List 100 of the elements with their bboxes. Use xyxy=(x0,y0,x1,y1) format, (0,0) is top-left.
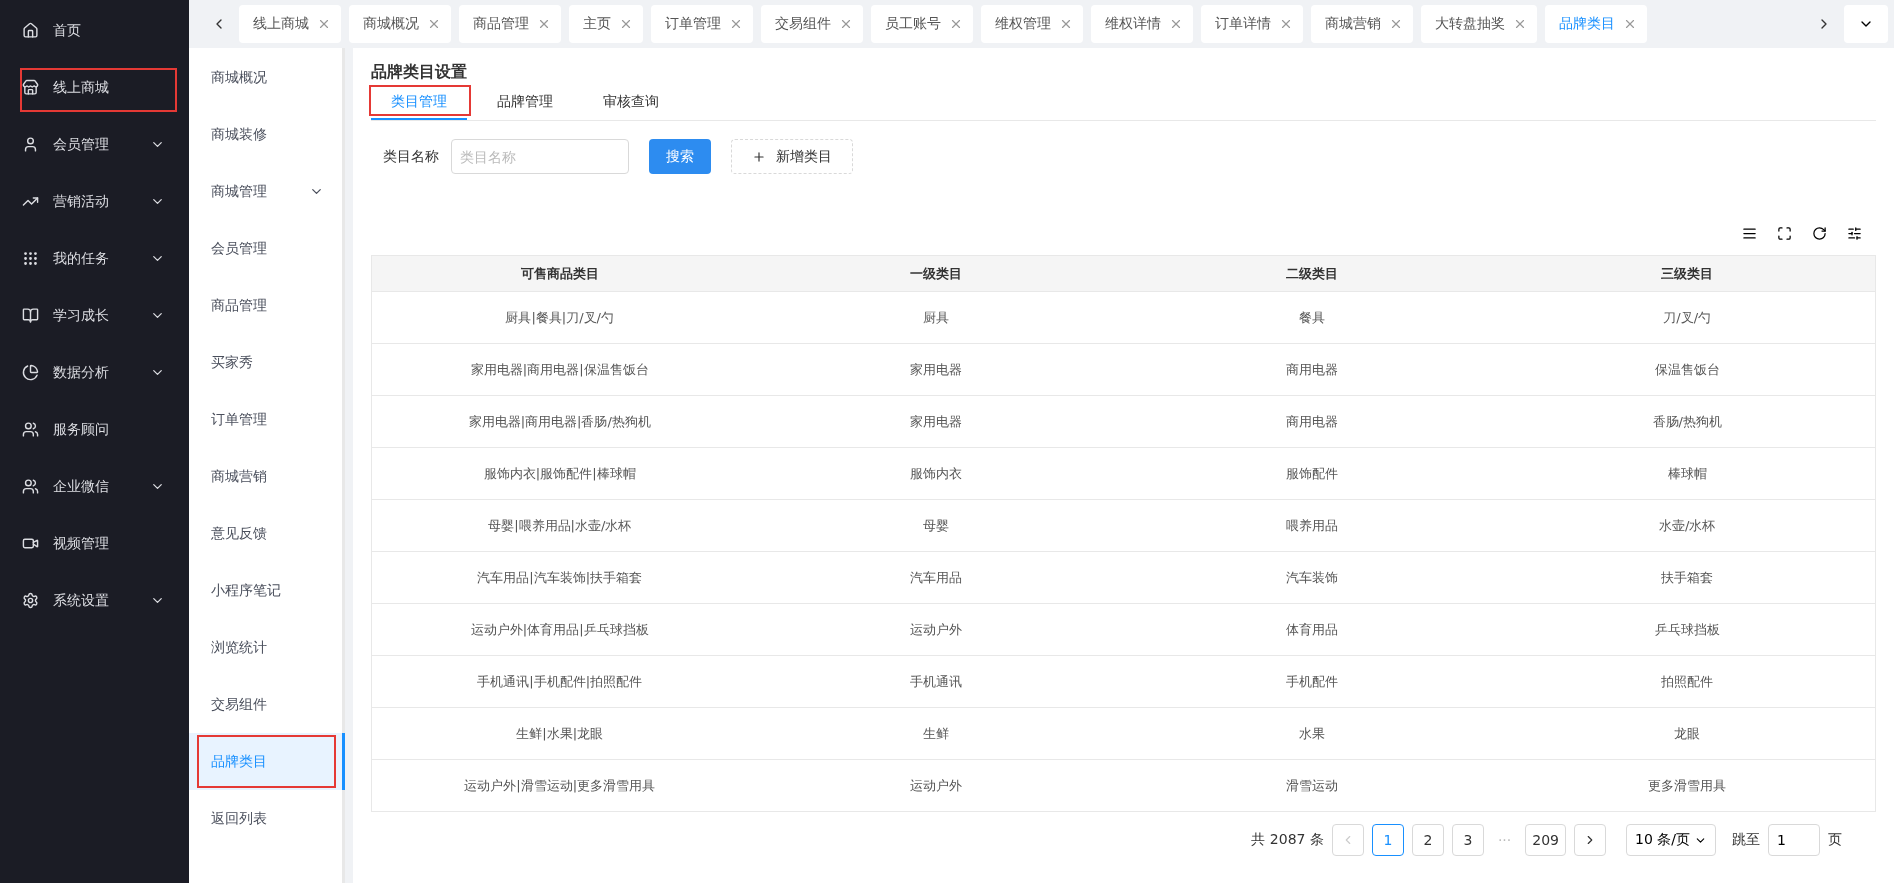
table-cell: 拍照配件 xyxy=(1499,655,1876,708)
column-settings-icon[interactable] xyxy=(1847,226,1862,241)
page-tab[interactable]: 交易组件 xyxy=(761,5,863,43)
page-tab[interactable]: 订单详情 xyxy=(1201,5,1303,43)
nav-item[interactable]: 系统设置 xyxy=(0,572,189,629)
submenu-label: 商品管理 xyxy=(211,296,268,315)
submenu-item[interactable]: 意见反馈 xyxy=(189,505,342,562)
nav-item[interactable]: 会员管理 xyxy=(0,116,189,173)
page-tab[interactable]: 线上商城 xyxy=(239,5,341,43)
next-page-button[interactable] xyxy=(1574,824,1606,856)
nav-item[interactable]: 首页 xyxy=(0,2,189,59)
page-tab[interactable]: 订单管理 xyxy=(651,5,753,43)
submenu-item[interactable]: 商城概况 xyxy=(189,49,342,106)
submenu-item[interactable]: 商城营销 xyxy=(189,448,342,505)
close-icon[interactable] xyxy=(1059,17,1073,31)
category-name-field[interactable]: 类目名称 xyxy=(451,139,629,174)
page-jump-field[interactable]: 1 xyxy=(1768,824,1820,856)
page-button[interactable]: 209 xyxy=(1525,824,1566,856)
table-cell: 香肠/热狗机 xyxy=(1499,395,1876,448)
submenu-item[interactable]: 买家秀 xyxy=(189,334,342,391)
page-button[interactable]: 2 xyxy=(1411,824,1444,856)
submenu-item[interactable]: 商品管理 xyxy=(189,277,342,334)
tab-label: 订单详情 xyxy=(1215,15,1271,33)
field-label: 类目名称 xyxy=(383,147,439,166)
column-header: 一级类目 xyxy=(747,255,1124,292)
submenu-label: 商城概况 xyxy=(211,68,268,87)
nav-item[interactable]: 营销活动 xyxy=(0,173,189,230)
tab-label: 维权详情 xyxy=(1105,15,1161,33)
column-header: 三级类目 xyxy=(1499,255,1876,292)
close-icon[interactable] xyxy=(729,17,743,31)
page-tab[interactable]: 员工账号 xyxy=(871,5,973,43)
nav-label: 视频管理 xyxy=(53,534,110,553)
table-cell: 家用电器|商用电器|保温售饭台 xyxy=(371,343,748,396)
submenu-item[interactable]: 会员管理 xyxy=(189,220,342,277)
table-cell: 服饰内衣|服饰配件|棒球帽 xyxy=(371,447,748,500)
table-cell: 商用电器 xyxy=(1123,395,1500,448)
page-tab[interactable]: 商品管理 xyxy=(459,5,561,43)
tab-label: 交易组件 xyxy=(775,15,831,33)
close-icon[interactable] xyxy=(839,17,853,31)
close-icon[interactable] xyxy=(1513,17,1527,31)
fullscreen-icon[interactable] xyxy=(1777,226,1792,241)
page-tab[interactable]: 商城概况 xyxy=(349,5,451,43)
close-icon[interactable] xyxy=(1389,17,1403,31)
table-cell: 汽车装饰 xyxy=(1123,551,1500,604)
nav-item[interactable]: 学习成长 xyxy=(0,287,189,344)
page-size-select[interactable]: 10 条/页 xyxy=(1626,824,1716,856)
submenu-item[interactable]: 浏览统计 xyxy=(189,619,342,676)
submenu-item[interactable]: 商城管理 xyxy=(189,163,342,220)
nav-item[interactable]: 线上商城 xyxy=(0,59,189,116)
nav-item[interactable]: 数据分析 xyxy=(0,344,189,401)
close-icon[interactable] xyxy=(1169,17,1183,31)
close-icon[interactable] xyxy=(1623,17,1637,31)
page-button[interactable]: 3 xyxy=(1451,824,1484,856)
page-tab[interactable]: 商城营销 xyxy=(1311,5,1413,43)
close-icon[interactable] xyxy=(949,17,963,31)
content-tab[interactable]: 品牌管理 xyxy=(477,87,573,120)
people-icon xyxy=(22,478,39,495)
shop-icon xyxy=(22,79,39,96)
page-tab[interactable]: 维权管理 xyxy=(981,5,1083,43)
submenu-item[interactable]: 小程序笔记 xyxy=(189,562,342,619)
refresh-icon[interactable] xyxy=(1812,226,1827,241)
ellipsis: ··· xyxy=(1496,832,1513,848)
table-cell: 餐具 xyxy=(1123,291,1500,344)
table-cell: 体育用品 xyxy=(1123,603,1500,656)
close-icon[interactable] xyxy=(317,17,331,31)
table-cell: 手机通讯|手机配件|拍照配件 xyxy=(371,655,748,708)
nav-item[interactable]: 视频管理 xyxy=(0,515,189,572)
submenu-item[interactable]: 订单管理 xyxy=(189,391,342,448)
table-cell: 保温售饭台 xyxy=(1499,343,1876,396)
pie-chart-icon xyxy=(22,364,39,381)
page-tab[interactable]: 大转盘抽奖 xyxy=(1421,5,1537,43)
submenu-item[interactable]: 返回列表 xyxy=(189,790,342,847)
close-icon[interactable] xyxy=(537,17,551,31)
nav-item[interactable]: 企业微信 xyxy=(0,458,189,515)
close-icon[interactable] xyxy=(619,17,633,31)
content-tab[interactable]: 审核查询 xyxy=(583,87,679,120)
submenu-label: 小程序笔记 xyxy=(211,581,282,600)
close-icon[interactable] xyxy=(427,17,441,31)
table-cell: 扶手箱套 xyxy=(1499,551,1876,604)
nav-label: 数据分析 xyxy=(53,363,110,382)
tab-label: 商城营销 xyxy=(1325,15,1381,33)
page-tab[interactable]: 维权详情 xyxy=(1091,5,1193,43)
table-cell: 运动户外|体育用品|乒乓球挡板 xyxy=(371,603,748,656)
table-cell: 服饰配件 xyxy=(1123,447,1500,500)
density-icon[interactable] xyxy=(1742,226,1757,241)
submenu-item[interactable]: 商城装修 xyxy=(189,106,342,163)
tab-label: 商城概况 xyxy=(363,15,419,33)
table-cell: 家用电器 xyxy=(747,395,1124,448)
tab-label: 品牌类目 xyxy=(1559,15,1615,33)
add-category-button[interactable]: 新增类目 xyxy=(731,139,853,174)
table-cell: 乒乓球挡板 xyxy=(1499,603,1876,656)
close-icon[interactable] xyxy=(1279,17,1293,31)
page-tab[interactable]: 主页 xyxy=(569,5,643,43)
submenu-label: 商城营销 xyxy=(211,467,268,486)
submenu-label: 意见反馈 xyxy=(211,524,268,543)
table-cell: 更多滑雪用具 xyxy=(1499,759,1876,812)
jump-label: 跳至 xyxy=(1732,831,1760,849)
nav-item[interactable]: 服务顾问 xyxy=(0,401,189,458)
submenu-item[interactable]: 交易组件 xyxy=(189,676,342,733)
nav-item[interactable]: 我的任务 xyxy=(0,230,189,287)
